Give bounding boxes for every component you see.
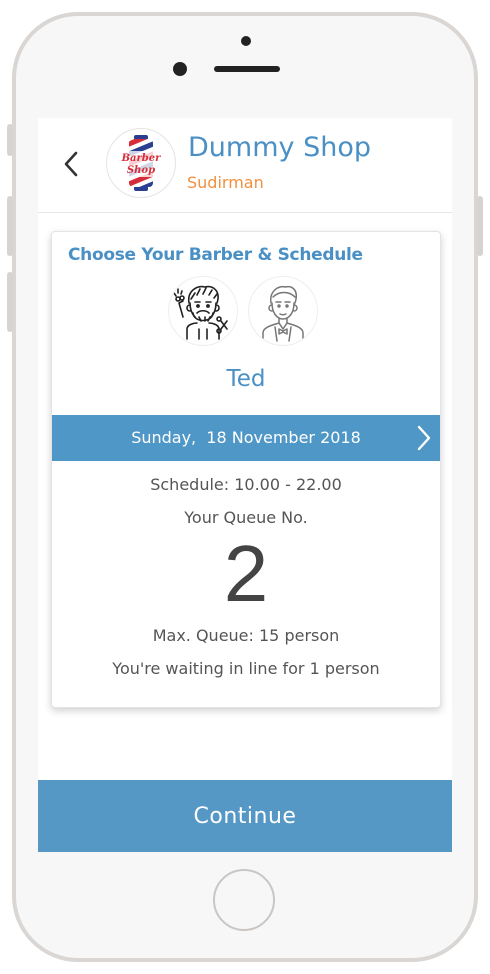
waiting-info: You're waiting in line for 1 person xyxy=(112,659,380,678)
shop-logo: Barber Shop xyxy=(106,128,176,198)
phone-volume-up xyxy=(7,196,13,256)
logo-text-line1: Barber xyxy=(121,153,162,164)
logo-text-line2: Shop xyxy=(127,165,155,176)
phone-speaker xyxy=(214,66,280,72)
phone-silent-switch xyxy=(7,124,13,156)
back-button[interactable] xyxy=(56,146,86,182)
chevron-right-icon xyxy=(417,425,431,451)
bearded-barber-icon xyxy=(173,285,228,340)
queue-number: 2 xyxy=(223,529,269,618)
young-barber-icon xyxy=(262,285,304,342)
barber-pole-icon: Barber Shop xyxy=(121,135,162,191)
selected-date: Sunday, 18 November 2018 xyxy=(131,428,361,447)
app-screen: Barber Shop Dummy Shop Sudirman Choose Y… xyxy=(38,118,452,852)
next-date-button[interactable] xyxy=(410,420,438,456)
phone-sensor xyxy=(241,36,251,46)
schedule-hours: Schedule: 10.00 - 22.00 xyxy=(150,475,342,494)
shop-name: Dummy Shop xyxy=(188,132,371,163)
barber-option-2[interactable] xyxy=(248,276,318,346)
phone-power-button xyxy=(477,196,483,256)
phone-home-button[interactable] xyxy=(213,869,275,931)
shop-branch: Sudirman xyxy=(187,173,264,192)
selected-barber-name: Ted xyxy=(226,366,266,392)
chevron-left-icon xyxy=(64,151,78,177)
queue-label: Your Queue No. xyxy=(184,508,308,527)
barber-schedule-card: Choose Your Barber & Schedule Ted Sunday… xyxy=(51,231,441,708)
phone-camera xyxy=(173,62,187,76)
barber-option-1[interactable] xyxy=(168,276,238,346)
continue-label: Continue xyxy=(193,803,297,829)
phone-volume-down xyxy=(7,272,13,332)
continue-button[interactable]: Continue xyxy=(38,780,452,852)
shop-header: Barber Shop Dummy Shop Sudirman xyxy=(38,118,452,213)
date-selector: Sunday, 18 November 2018 xyxy=(52,415,440,461)
max-queue: Max. Queue: 15 person xyxy=(152,626,340,645)
card-title: Choose Your Barber & Schedule xyxy=(68,245,363,265)
